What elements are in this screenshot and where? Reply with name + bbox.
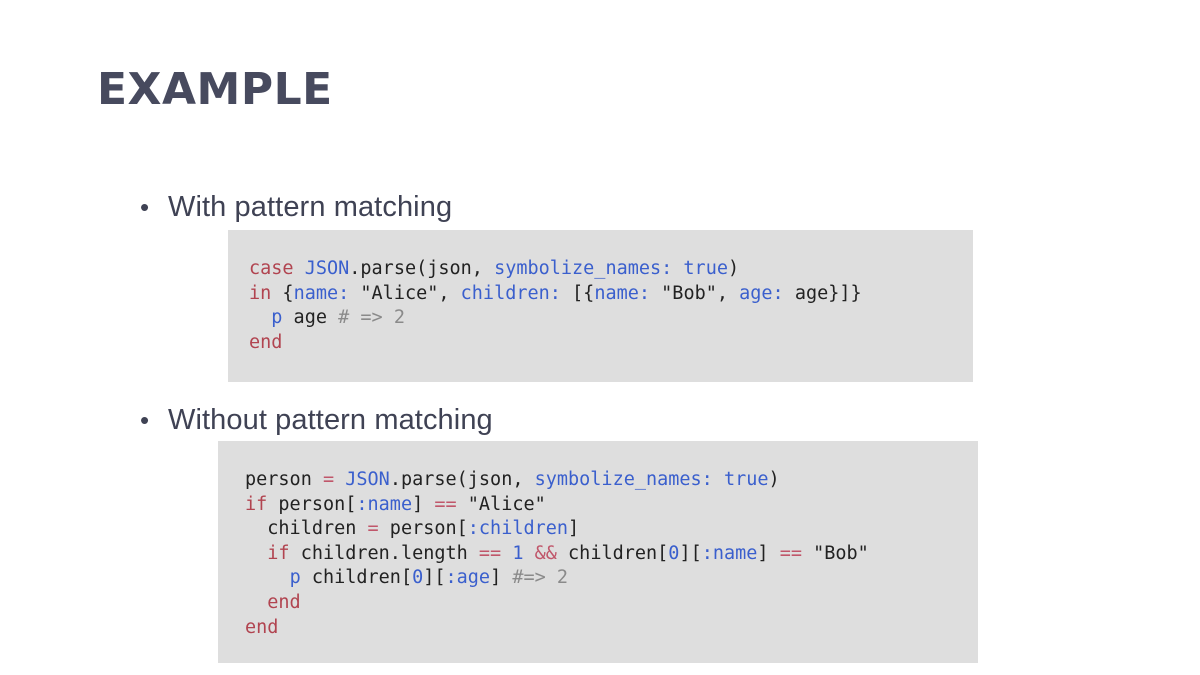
code-token-plain: children[ [556,542,669,564]
code-token-plain: "Alice", [349,282,461,304]
bullet-item-without-pattern-matching: • Without pattern matching [140,404,493,437]
code-token-symbol: :children [467,518,569,540]
code-token-symbol: name: [293,282,350,304]
bullet-label: With pattern matching [168,191,453,223]
code-token-plain: .parse(json, [389,469,535,490]
code-token-plain: { [282,282,294,304]
code-line: if children.length == 1 && children[0][:… [245,542,978,567]
bullet-item-with-pattern-matching: • With pattern matching [140,191,452,224]
code-token-keyword: in [249,282,283,304]
code-token-operator: == [434,493,457,515]
code-token-class: JSON [345,469,390,490]
code-token-symbol: p [271,307,283,329]
code-line: in {name: "Alice", children: [{name: "Bo… [249,282,973,307]
page-title: EXAMPLE [97,64,333,115]
code-token-operator: == [478,542,502,564]
code-token-symbol: true [723,469,769,490]
code-token-keyword: case [249,258,305,279]
code-token-plain: [{ [560,282,595,304]
code-token-plain: age}]} [783,282,862,304]
code-line: p children[0][:age] #=> 2 [245,566,978,591]
code-token-plain: ) [768,469,780,490]
code-token-plain: ) [727,258,740,279]
code-token-number: 0 [668,542,680,564]
code-token-symbol: :name [356,493,413,515]
code-line: if person[:name] == "Alice" [245,493,978,518]
code-line: children = person[:children] [245,517,978,542]
code-token-number: 0 [412,567,424,589]
code-token-operator: = [367,518,379,540]
code-token-keyword: end [245,616,279,638]
code-token-symbol: symbolize_names: [534,469,713,490]
code-token-symbol: age: [739,282,784,304]
code-token-symbol: true [683,258,728,279]
code-token-operator: = [322,469,335,490]
code-token-operator: && [534,542,557,564]
code-line: end [245,591,978,616]
code-token-plain: person[ [267,493,357,515]
code-token-plain: ] [490,567,513,589]
code-token-plain: person[ [378,518,468,540]
code-token-plain: age [282,307,339,329]
code-token-keyword: end [267,591,301,613]
code-token-symbol: :name [701,542,758,564]
code-block-with-pattern-matching: case JSON.parse(json, symbolize_names: t… [228,230,973,382]
code-token-symbol: symbolize_names: [494,258,673,279]
code-line: case JSON.parse(json, symbolize_names: t… [249,257,973,282]
bullet-marker-icon: • [140,405,150,435]
code-token-class: JSON [304,258,350,279]
code-line: end [245,616,978,641]
slide: EXAMPLE • With pattern matching case JSO… [0,0,1200,675]
code-token-plain: ] [568,518,580,540]
code-token-plain: "Alice" [456,493,546,515]
code-token-number: 1 [512,542,524,564]
code-token-symbol: name: [594,282,651,304]
code-line: p age # => 2 [249,306,973,331]
code-token-comment: # => 2 [338,307,405,329]
code-token-operator: == [779,542,802,564]
code-token-keyword: if [267,542,290,564]
code-token-keyword: if [245,493,268,515]
code-token-plain: ] [757,542,780,564]
code-token-symbol: children: [460,282,561,304]
code-token-keyword: end [249,331,283,353]
code-token-plain: children [245,518,368,540]
code-token-plain: children[ [300,567,413,589]
bullet-label: Without pattern matching [168,404,493,436]
code-token-plain: person [245,469,323,490]
code-token-plain: ][ [423,567,446,589]
code-line: person = JSON.parse(json, symbolize_name… [245,468,978,493]
code-token-plain: ] [412,493,435,515]
code-token-plain: "Bob" [801,542,869,564]
code-token-plain: ][ [679,542,702,564]
code-block-without-pattern-matching: person = JSON.parse(json, symbolize_name… [218,441,978,663]
code-token-symbol: p [289,567,301,589]
code-token-comment: #=> 2 [512,567,569,589]
code-token-plain: children.length [289,542,479,564]
code-token-plain: .parse(json, [349,258,495,279]
code-token-plain: "Bob", [650,282,740,304]
bullet-marker-icon: • [140,192,150,222]
code-line: end [249,331,973,356]
code-token-symbol: :age [445,567,491,589]
